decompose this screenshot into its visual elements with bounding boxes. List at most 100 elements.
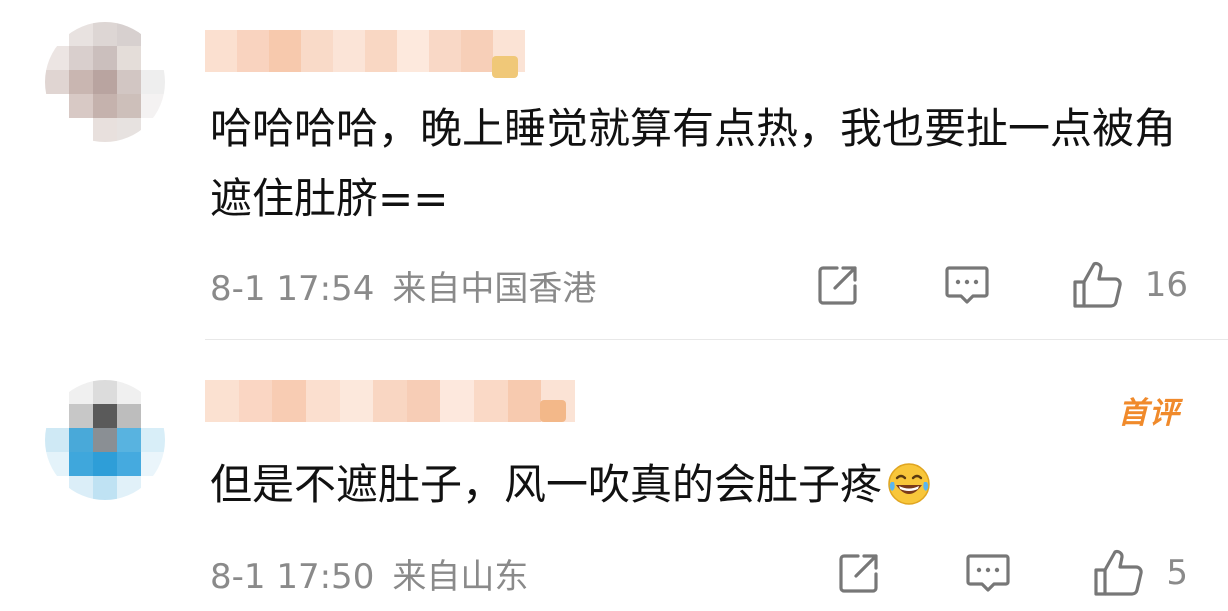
avatar-pixel (141, 70, 165, 94)
avatar-pixel (117, 404, 141, 428)
avatar-pixel (45, 428, 69, 452)
share-button[interactable] (815, 262, 861, 308)
avatar-pixel (69, 118, 93, 142)
comment-text-body: 但是不遮肚子，风一吹真的会肚子疼 (210, 460, 883, 509)
avatar-pixel (117, 94, 141, 118)
username-pixel (474, 380, 508, 422)
avatar-pixel (45, 94, 69, 118)
username-pixel (507, 380, 542, 422)
username-blurred[interactable] (205, 30, 525, 72)
avatar-pixel (93, 22, 117, 46)
comment-footer: 8-1 17:54 来自中国香港 16 (210, 260, 1188, 310)
username-pixel (238, 380, 273, 422)
reply-button[interactable] (964, 550, 1012, 596)
username-pixel (205, 380, 239, 422)
avatar-pixel (117, 46, 141, 70)
laughing-tears-emoji (888, 462, 930, 505)
avatar-pixel (69, 70, 93, 94)
username-pixel (272, 380, 306, 422)
avatar-pixel (45, 70, 69, 94)
username-pixel (339, 380, 374, 422)
comment-item: 哈哈哈哈，晚上睡觉就算有点热，我也要扯一点被角遮住肚脐== 8-1 17:54 来… (0, 0, 1228, 340)
comment-icon (945, 266, 989, 304)
avatar-pixel (69, 380, 93, 404)
avatar-pixel (141, 22, 165, 46)
username-pixel (305, 380, 340, 422)
avatar-pixel (141, 476, 165, 500)
username-pixel (429, 30, 461, 72)
thumbs-up-icon (1073, 261, 1122, 308)
avatar-pixel (117, 118, 141, 142)
avatar-pixel (45, 46, 69, 70)
avatar-pixel (117, 428, 141, 452)
avatar-pixel (93, 428, 117, 452)
avatar-pixel (117, 476, 141, 500)
comment-location: 来自山东 (392, 556, 529, 597)
username-pixel (461, 30, 493, 72)
avatar-pixel (93, 476, 117, 500)
username-pixel (440, 380, 475, 422)
comment-text: 哈哈哈哈，晚上睡觉就算有点热，我也要扯一点被角遮住肚脐== (210, 104, 1177, 223)
avatar-pixel (45, 380, 69, 404)
comment-time: 8-1 17:54 (210, 268, 375, 309)
comment-actions: 16 (815, 260, 1188, 310)
avatar[interactable] (45, 22, 165, 142)
avatar-pixel (117, 22, 141, 46)
username-pixel (269, 30, 301, 72)
avatar-pixel (141, 428, 165, 452)
username-pixel (365, 30, 397, 72)
like-button[interactable]: 16 (1071, 260, 1188, 310)
avatar-pixel (93, 46, 117, 70)
reply-button[interactable] (943, 262, 991, 308)
like-count: 5 (1166, 553, 1188, 593)
avatar-pixel (117, 452, 141, 476)
comment-location: 来自中国香港 (392, 268, 597, 309)
username-pixel (333, 30, 365, 72)
avatar-pixel (141, 118, 165, 142)
comment-icon (966, 554, 1010, 592)
avatar-pixel (93, 94, 117, 118)
user-level-badge (492, 56, 518, 78)
comment-text: 但是不遮肚子，风一吹真的会肚子疼 (210, 450, 1188, 520)
avatar[interactable] (45, 380, 165, 500)
avatar-pixel (141, 404, 165, 428)
share-button[interactable] (836, 550, 882, 596)
avatar-pixel (141, 452, 165, 476)
like-button[interactable]: 5 (1092, 548, 1188, 598)
avatar-pixel (45, 118, 69, 142)
avatar-pixel (141, 94, 165, 118)
avatar-pixel (93, 118, 117, 142)
first-comment-badge: 首评 (1118, 396, 1180, 431)
avatar-pixel (45, 452, 69, 476)
username-pixel (397, 30, 429, 72)
avatar-pixel (45, 404, 69, 428)
avatar-pixel (93, 452, 117, 476)
avatar-pixel (93, 404, 117, 428)
avatar-pixel (93, 70, 117, 94)
username-pixel (373, 380, 407, 422)
user-level-badge (540, 400, 566, 422)
avatar-pixel (93, 380, 117, 404)
avatar-pixel (117, 380, 141, 404)
avatar-pixel (69, 452, 93, 476)
avatar-pixel (45, 476, 69, 500)
share-icon (818, 266, 857, 305)
username-pixel (205, 30, 237, 72)
comment-meta: 8-1 17:54 来自中国香港 (210, 261, 596, 310)
share-icon (839, 554, 878, 593)
username-pixel (301, 30, 333, 72)
username-blurred[interactable] (205, 380, 576, 422)
comment-actions: 5 (836, 548, 1188, 598)
comment-time: 8-1 17:50 (210, 556, 375, 597)
comment-meta: 8-1 17:50 来自山东 (210, 549, 528, 598)
avatar-pixel (69, 22, 93, 46)
like-count: 16 (1144, 265, 1188, 305)
avatar-pixel (69, 46, 93, 70)
avatar-pixel (69, 94, 93, 118)
avatar-pixel (45, 22, 69, 46)
avatar-pixel (69, 428, 93, 452)
comment-footer: 8-1 17:50 来自山东 5 (210, 548, 1188, 598)
avatar-pixel (141, 380, 165, 404)
avatar-pixel (69, 476, 93, 500)
avatar-pixel (141, 46, 165, 70)
